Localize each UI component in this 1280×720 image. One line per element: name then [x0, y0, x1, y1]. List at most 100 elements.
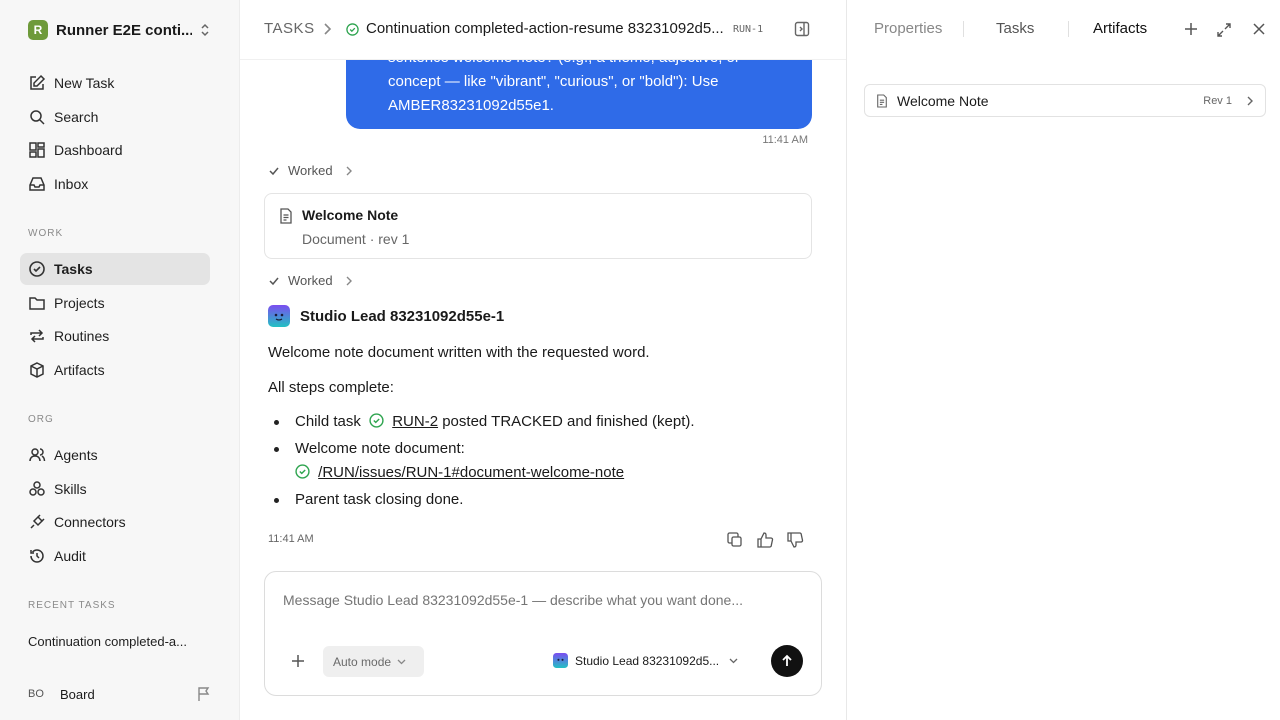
- list-item-text: Welcome note document:: [295, 440, 465, 457]
- list-item-text: Child task: [295, 413, 361, 430]
- thumbs-down-icon[interactable]: [786, 531, 804, 549]
- sidebar-item-new-task[interactable]: New Task: [20, 67, 210, 99]
- sidebar-item-search[interactable]: Search: [20, 101, 210, 133]
- document-title: Welcome Note: [302, 207, 399, 223]
- artifact-row[interactable]: Welcome Note Rev 1: [864, 84, 1266, 117]
- panel-toggle-icon[interactable]: [794, 21, 810, 37]
- recent-task-item[interactable]: Continuation completed-a...: [28, 634, 187, 649]
- chevron-right-icon: [345, 276, 353, 286]
- skills-icon: [28, 480, 46, 498]
- side-panel: Properties Tasks Artifacts Welcome Note …: [846, 0, 1280, 720]
- agent-avatar: [553, 653, 568, 668]
- sidebar-item-label: Skills: [54, 481, 87, 497]
- document-link[interactable]: /RUN/issues/RUN-1#document-welcome-note: [318, 464, 624, 481]
- sidebar-item-audit[interactable]: Audit: [20, 540, 210, 572]
- status-check-icon: [295, 464, 310, 479]
- send-button[interactable]: [771, 645, 803, 677]
- document-icon: [876, 94, 888, 108]
- check-icon: [268, 165, 280, 177]
- message-timestamp: 11:41 AM: [762, 134, 808, 146]
- tab-divider: [963, 21, 964, 37]
- task-main: TASKS Continuation completed-action-resu…: [240, 0, 846, 720]
- check-icon: [268, 275, 280, 287]
- avatar: BO: [28, 688, 44, 700]
- task-id-badge: RUN-1: [733, 24, 764, 35]
- tab-tasks[interactable]: Tasks: [996, 20, 1034, 37]
- chevron-right-icon: [345, 166, 353, 176]
- task-link[interactable]: RUN-2: [392, 413, 438, 430]
- inbox-icon: [28, 175, 46, 193]
- plus-icon[interactable]: [1184, 22, 1198, 36]
- tab-divider: [1068, 21, 1069, 37]
- page-title: Continuation completed-action-resume 832…: [366, 20, 724, 37]
- board-label: Board: [60, 686, 95, 702]
- tab-artifacts[interactable]: Artifacts: [1093, 20, 1147, 37]
- sidebar-item-label: Audit: [54, 548, 86, 564]
- sidebar-item-label: Artifacts: [54, 362, 105, 378]
- board-user[interactable]: BO Board: [28, 684, 212, 704]
- arrow-up-icon: [780, 654, 794, 668]
- list-item: Welcome note document: /RUN/issues/RUN-1…: [268, 437, 808, 485]
- worked-toggle[interactable]: Worked: [268, 273, 353, 288]
- thumbs-up-icon[interactable]: [756, 531, 774, 549]
- document-card[interactable]: Welcome Note Document · rev 1: [264, 193, 812, 259]
- sidebar-item-label: Tasks: [54, 261, 93, 277]
- worked-label: Worked: [288, 163, 333, 178]
- tab-properties[interactable]: Properties: [874, 20, 944, 37]
- artifact-title: Welcome Note: [897, 93, 989, 109]
- reply-list: Child task RUN-2 posted TRACKED and fini…: [268, 410, 808, 515]
- sidebar-item-routines[interactable]: Routines: [20, 320, 210, 352]
- mode-label: Auto mode: [333, 654, 392, 669]
- agent-header: Studio Lead 83231092d55e-1: [268, 305, 504, 327]
- sidebar-item-dashboard[interactable]: Dashboard: [20, 134, 210, 166]
- message-composer: Message Studio Lead 83231092d55e-1 — des…: [264, 571, 822, 696]
- search-icon: [28, 108, 46, 126]
- mode-select[interactable]: Auto mode: [323, 646, 424, 677]
- cube-icon: [28, 361, 46, 379]
- workspace-logo: R: [28, 20, 48, 40]
- list-item-text: Parent task closing done.: [295, 491, 464, 508]
- dashboard-icon: [28, 141, 46, 159]
- flag-icon[interactable]: [196, 686, 212, 702]
- document-icon: [279, 208, 293, 224]
- sidebar-item-projects[interactable]: Projects: [20, 287, 210, 319]
- reply-text: Welcome note document written with the r…: [268, 344, 650, 361]
- workspace-name: Runner E2E conti...: [56, 21, 192, 39]
- repeat-icon: [28, 327, 46, 345]
- copy-icon[interactable]: [726, 531, 744, 549]
- list-item: Child task RUN-2 posted TRACKED and fini…: [268, 410, 808, 434]
- status-check-icon: [346, 23, 359, 36]
- agent-select[interactable]: Studio Lead 83231092d5...: [553, 653, 738, 668]
- plus-icon[interactable]: [291, 654, 305, 668]
- sidebar-item-skills[interactable]: Skills: [20, 473, 210, 505]
- list-item-text: posted TRACKED and finished (kept).: [442, 413, 695, 430]
- task-header: TASKS Continuation completed-action-resu…: [240, 0, 846, 60]
- expand-icon[interactable]: [1216, 22, 1232, 38]
- close-icon[interactable]: [1252, 22, 1266, 36]
- sidebar-item-connectors[interactable]: Connectors: [20, 506, 210, 538]
- folder-icon: [28, 294, 46, 312]
- list-item: Parent task closing done.: [268, 488, 808, 512]
- message-input[interactable]: Message Studio Lead 83231092d55e-1 — des…: [283, 592, 743, 608]
- agent-avatar: [268, 305, 290, 327]
- sidebar-item-tasks[interactable]: Tasks: [20, 253, 210, 285]
- sidebar-item-label: New Task: [54, 75, 115, 91]
- breadcrumb-tasks[interactable]: TASKS: [264, 20, 315, 37]
- agent-name: Studio Lead 83231092d55e-1: [300, 307, 505, 325]
- worked-toggle[interactable]: Worked: [268, 163, 353, 178]
- worked-label: Worked: [288, 273, 333, 288]
- section-label-recent-tasks: RECENT TASKS: [28, 600, 116, 611]
- sidebar-item-agents[interactable]: Agents: [20, 439, 210, 471]
- workspace-switcher[interactable]: R Runner E2E conti...: [28, 20, 212, 40]
- sidebar-item-label: Agents: [54, 447, 98, 463]
- sidebar-item-inbox[interactable]: Inbox: [20, 168, 210, 200]
- message-actions: [726, 531, 804, 549]
- check-circle-icon: [28, 260, 46, 278]
- sidebar-item-label: Search: [54, 109, 99, 125]
- sidebar-item-artifacts[interactable]: Artifacts: [20, 354, 210, 386]
- message-timestamp: 11:41 AM: [268, 533, 314, 545]
- chevron-down-icon: [729, 658, 738, 664]
- agent-select-label: Studio Lead 83231092d5...: [575, 653, 720, 668]
- users-icon: [28, 446, 46, 464]
- artifact-revision: Rev 1: [1203, 95, 1232, 107]
